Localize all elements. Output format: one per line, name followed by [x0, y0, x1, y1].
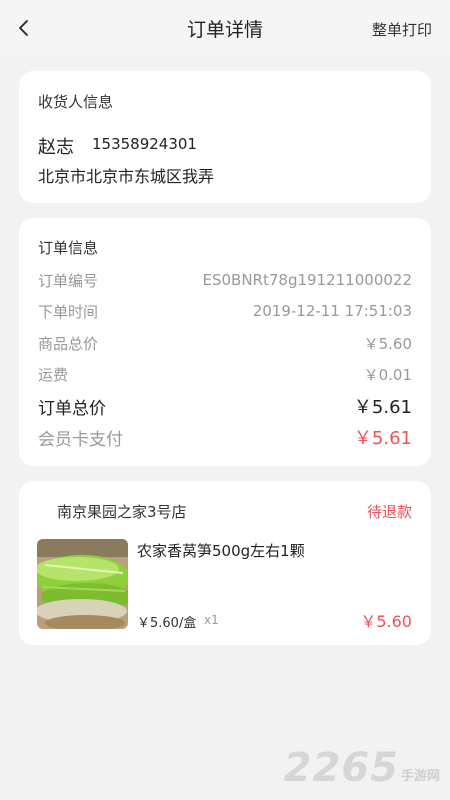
shop-name: 南京果园之家3号店 — [57, 503, 187, 521]
product-image — [37, 539, 128, 629]
refund-status-badge: 待退款 — [366, 503, 412, 521]
payment-row: 会员卡支付 ￥5.61 — [38, 425, 412, 450]
goods-total-row: 商品总价 ￥5.60 — [38, 331, 412, 355]
goods-total-label: 商品总价 — [38, 334, 99, 353]
order-info-card: 订单信息 订单编号 ES0BNRt78g191211000022 下单时间 20… — [19, 218, 431, 466]
order-total-row: 订单总价 ￥5.61 — [38, 394, 412, 419]
product-total-price: ￥5.60 — [360, 612, 412, 631]
top-bar: 订单详情 整单打印 — [0, 0, 450, 56]
payment-amount: ￥5.61 — [353, 428, 412, 449]
watermark-number: 2265 — [283, 745, 399, 791]
receiver-name: 赵志 — [38, 137, 74, 158]
order-number-label: 订单编号 — [38, 271, 99, 290]
order-number-row: 订单编号 ES0BNRt78g191211000022 — [38, 268, 412, 292]
goods-total-value: ￥5.60 — [363, 334, 412, 353]
order-time-label: 下单时间 — [38, 302, 99, 321]
order-time-value: 2019-12-11 17:51:03 — [252, 302, 412, 320]
product-name: 农家香莴笋500g左右1颗 — [137, 542, 305, 560]
receiver-card: 收货人信息 赵志 15358924301 北京市北京市东城区我弄 — [19, 71, 431, 203]
order-total-value: ￥5.61 — [353, 397, 412, 418]
shop-order-card[interactable]: 南京果园之家3号店 待退款 农家香莴笋500g左右1颗 ￥5.60/盒 x1 ￥… — [19, 481, 431, 645]
order-section-title: 订单信息 — [38, 239, 99, 257]
shipping-value: ￥0.01 — [363, 365, 412, 384]
print-order-button[interactable]: 整单打印 — [372, 19, 432, 40]
product-unit-price: ￥5.60/盒 — [137, 616, 197, 631]
product-quantity: x1 — [204, 613, 219, 627]
order-number-value: ES0BNRt78g191211000022 — [202, 271, 413, 289]
watermark-text: 手游网 — [400, 769, 440, 784]
receiver-section-title: 收货人信息 — [38, 93, 114, 111]
shipping-row: 运费 ￥0.01 — [38, 362, 412, 386]
receiver-address: 北京市北京市东城区我弄 — [38, 167, 215, 186]
receiver-phone: 15358924301 — [92, 135, 197, 153]
payment-method-label: 会员卡支付 — [38, 429, 123, 450]
order-time-row: 下单时间 2019-12-11 17:51:03 — [38, 299, 412, 323]
shipping-label: 运费 — [38, 365, 69, 384]
order-total-label: 订单总价 — [38, 398, 106, 419]
site-watermark: 2265 手游网 — [284, 748, 440, 788]
